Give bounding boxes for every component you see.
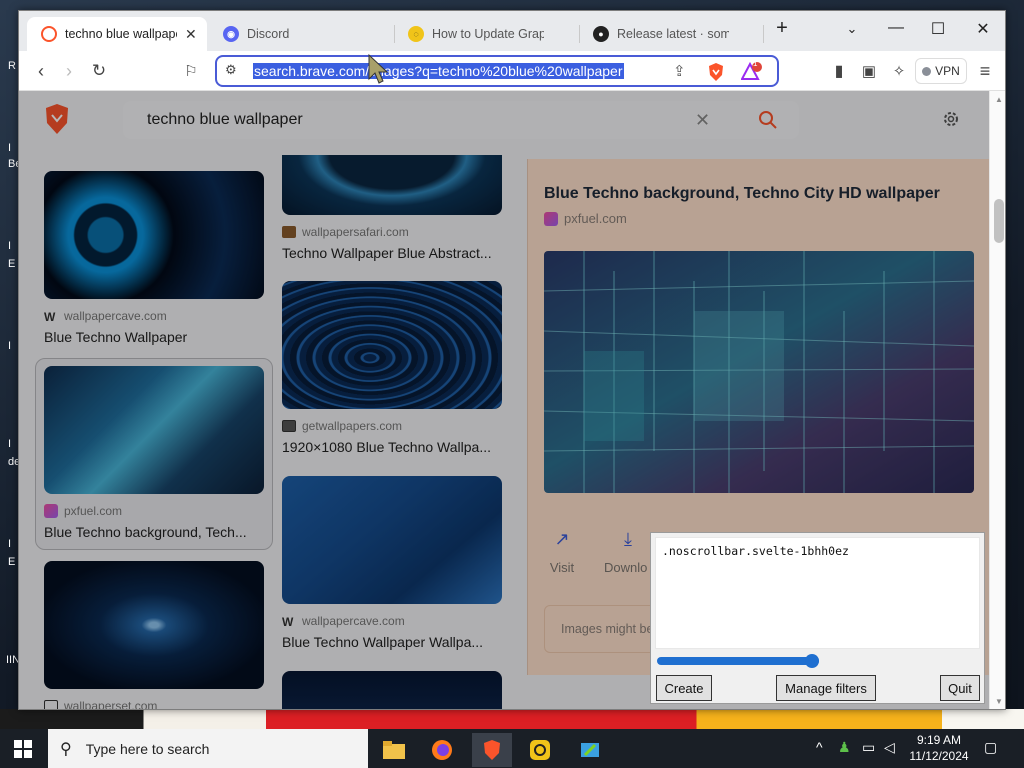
desktop-wallpaper-strip — [0, 709, 1024, 729]
github-icon: ● — [593, 26, 609, 42]
leo-ai-icon[interactable]: ✧ — [887, 59, 911, 83]
brave-browser-icon[interactable] — [472, 733, 512, 767]
reload-button[interactable]: ↻ — [87, 59, 111, 83]
firefox-icon[interactable] — [422, 733, 462, 767]
desktop-icon-label[interactable]: E — [8, 556, 15, 568]
scroll-down-icon[interactable]: ▼ — [995, 697, 1003, 706]
brave-shields-icon[interactable] — [707, 62, 725, 82]
pc-help-icon: ◌ — [408, 26, 424, 42]
tab-discord[interactable]: ◉ Discord — [209, 17, 389, 51]
windows-taskbar: ⚲ Type here to search ^ ♟ ▭ ◁ 9:19 AM 11… — [0, 729, 1024, 768]
taskbar-search-placeholder: Type here to search — [85, 740, 210, 757]
tab-divider — [763, 25, 764, 43]
scroll-up-icon[interactable]: ▲ — [995, 95, 1003, 104]
notifications-icon[interactable]: ▢ — [984, 739, 997, 756]
close-window-button[interactable]: ✕ — [972, 19, 994, 39]
file-explorer-icon[interactable] — [374, 733, 414, 767]
clock-date: 11/12/2024 — [909, 749, 969, 763]
vpn-label: VPN — [935, 64, 960, 78]
tab-label: How to Update Graphics — [432, 27, 544, 41]
url-text[interactable]: search.brave.com/images?q=techno%20blue%… — [253, 63, 624, 79]
filter-tool-window: .noscrollbar.svelte-1bhh0ez Create Manag… — [650, 532, 985, 704]
desktop-icon-label[interactable]: I — [8, 438, 11, 450]
windows-start-icon[interactable] — [14, 740, 32, 758]
volume-icon[interactable]: ◁ — [884, 739, 895, 756]
user-accounts-icon[interactable]: ♟ — [838, 739, 851, 756]
tray-chevron-icon[interactable]: ^ — [816, 739, 823, 755]
back-button[interactable]: ‹ — [29, 59, 53, 83]
wallet-icon[interactable]: ▣ — [857, 59, 881, 83]
opacity-slider-handle[interactable] — [805, 654, 819, 668]
selector-textarea[interactable]: .noscrollbar.svelte-1bhh0ez — [655, 537, 980, 649]
maximize-button[interactable]: ☐ — [927, 19, 949, 39]
pc-help-app-icon[interactable] — [520, 733, 560, 767]
page-scrollbar[interactable]: ▲ ▼ — [989, 91, 1005, 709]
search-icon: ⚲ — [60, 740, 72, 758]
brave-rewards-icon[interactable] — [741, 62, 763, 82]
tab-release-latest[interactable]: ● Release latest · someone — [579, 17, 759, 51]
quit-button[interactable]: Quit — [940, 675, 980, 701]
create-button[interactable]: Create — [656, 675, 712, 701]
site-settings-icon[interactable]: ⚙ — [225, 62, 237, 78]
sidebar-toggle-icon[interactable]: ▮ — [827, 59, 851, 83]
brave-search-icon — [41, 26, 57, 42]
minimize-button[interactable]: — — [885, 19, 907, 37]
scrollbar-thumb[interactable] — [994, 199, 1004, 243]
menu-icon[interactable]: ≡ — [973, 59, 997, 83]
desktop-icon-label[interactable]: I — [8, 538, 11, 550]
control-panel-icon[interactable] — [570, 733, 610, 767]
tab-techno-blue-wallpaper[interactable]: techno blue wallpaper ✕ — [27, 17, 207, 51]
desktop-icon-strip: R I Be I E I I de I E IIN — [0, 0, 21, 730]
close-tab-icon[interactable]: ✕ — [185, 26, 197, 43]
desktop-icon-label[interactable]: E — [8, 258, 15, 270]
tab-label: Discord — [247, 27, 290, 41]
network-icon[interactable]: ▭ — [862, 739, 875, 756]
address-bar[interactable]: ⚙ search.brave.com/images?q=techno%20blu… — [215, 55, 779, 87]
desktop-icon-label[interactable]: I — [8, 240, 11, 252]
vpn-button[interactable]: VPN — [915, 58, 967, 84]
share-icon[interactable]: ⇪ — [673, 62, 686, 80]
rewards-badge-count: 1 — [753, 59, 758, 68]
mouse-cursor-icon — [368, 53, 389, 84]
opacity-slider-track[interactable] — [657, 657, 819, 665]
desktop-icon-label[interactable]: R — [8, 60, 16, 72]
taskbar-search-box[interactable]: ⚲ Type here to search — [48, 729, 368, 768]
vpn-status-icon — [922, 66, 932, 76]
forward-button[interactable]: › — [57, 59, 81, 83]
tab-how-to-update-graphics[interactable]: ◌ How to Update Graphics — [394, 17, 574, 51]
tab-bar: techno blue wallpaper ✕ ◉ Discord ◌ How … — [19, 11, 1005, 51]
tab-label: techno blue wallpaper — [65, 27, 177, 41]
tab-label: Release latest · someone — [617, 27, 729, 41]
desktop-icon-label[interactable]: I — [8, 142, 11, 154]
manage-filters-button[interactable]: Manage filters — [776, 675, 876, 701]
bookmark-icon[interactable]: ⚐ — [179, 59, 203, 83]
system-clock[interactable]: 9:19 AM 11/12/2024 — [906, 732, 972, 764]
new-tab-button[interactable]: + — [771, 17, 793, 40]
desktop-icon-label[interactable]: I — [8, 340, 11, 352]
tab-search-chevron-icon[interactable]: ⌄ — [841, 21, 863, 37]
browser-toolbar: ‹ › ↻ ⚐ ⚙ search.brave.com/images?q=tech… — [19, 51, 1005, 91]
clock-time: 9:19 AM — [916, 733, 962, 747]
discord-icon: ◉ — [223, 26, 239, 42]
